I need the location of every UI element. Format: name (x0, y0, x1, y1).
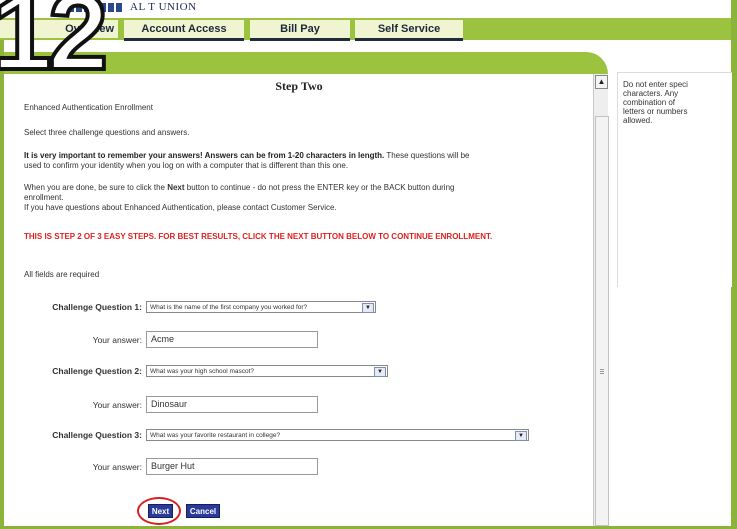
done-paragraph: When you are done, be sure to click the … (24, 183, 584, 213)
question-1-select[interactable]: What is the name of the first company yo… (146, 301, 376, 313)
highlight-circle (137, 497, 181, 525)
answer-2-label: Your answer: (92, 400, 142, 410)
important-line2-text: used to confirm your identity when you l… (24, 161, 349, 170)
question-3-selected: What was your favorite restaurant in col… (150, 432, 281, 439)
cancel-button[interactable]: Cancel (186, 504, 220, 518)
question-3-select[interactable]: What was your favorite restaurant in col… (146, 429, 529, 441)
tab-self-service[interactable]: Self Service (355, 20, 463, 41)
question-2-selected: What was your high school mascot? (150, 368, 255, 375)
done-text-a: When you are done, be sure to click the (24, 183, 168, 192)
question-1-label: Challenge Question 1: (52, 302, 142, 312)
answer-1-label: Your answer: (92, 335, 142, 345)
step-number-overlay: 12 (0, 0, 110, 92)
tab-account-access[interactable]: Account Access (124, 20, 244, 41)
instructions-text: Select three challenge questions and ans… (24, 128, 190, 137)
grip-icon (600, 369, 604, 370)
chevron-down-icon[interactable]: ▼ (362, 303, 374, 313)
chevron-down-icon[interactable]: ▼ (515, 431, 527, 441)
top-header: AL T UNION (0, 0, 737, 18)
warning-text: THIS IS STEP 2 OF 3 EASY STEPS. FOR BEST… (24, 232, 493, 241)
done-next-text: Next (167, 183, 185, 192)
tab-bill-pay[interactable]: Bill Pay (250, 20, 350, 41)
required-note: All fields are required (24, 270, 100, 279)
question-2-label: Challenge Question 2: (52, 366, 142, 376)
answer-3-label: Your answer: (92, 462, 142, 472)
important-rest-text: These questions will be (384, 151, 470, 160)
important-bold-text: It is very important to remember your an… (24, 151, 385, 160)
chevron-down-icon[interactable]: ▼ (374, 367, 386, 377)
scrollbar-thumb[interactable] (595, 116, 609, 526)
help-text: If you have questions about Enhanced Aut… (24, 203, 337, 212)
scroll-up-icon[interactable]: ▲ (595, 75, 608, 89)
question-2-select[interactable]: What was your high school mascot? ▼ (146, 365, 388, 377)
vertical-scrollbar[interactable]: ▲ (593, 74, 609, 526)
question-3-label: Challenge Question 3: (52, 430, 142, 440)
answer-1-input[interactable]: Acme (146, 331, 318, 348)
answer-3-input[interactable]: Burger Hut (146, 458, 318, 475)
section-title: Enhanced Authentication Enrollment (24, 103, 153, 112)
done-text-line2: enrollment. (24, 193, 64, 202)
done-text-b: button to continue - do not press the EN… (184, 183, 455, 192)
answer-2-input[interactable]: Dinosaur (146, 396, 318, 413)
org-name: AL T UNION (130, 1, 197, 13)
sidebar-note: Do not enter speci characters. Any combi… (623, 80, 688, 125)
important-paragraph: It is very important to remember your an… (24, 151, 584, 171)
question-1-selected: What is the name of the first company yo… (150, 304, 308, 311)
